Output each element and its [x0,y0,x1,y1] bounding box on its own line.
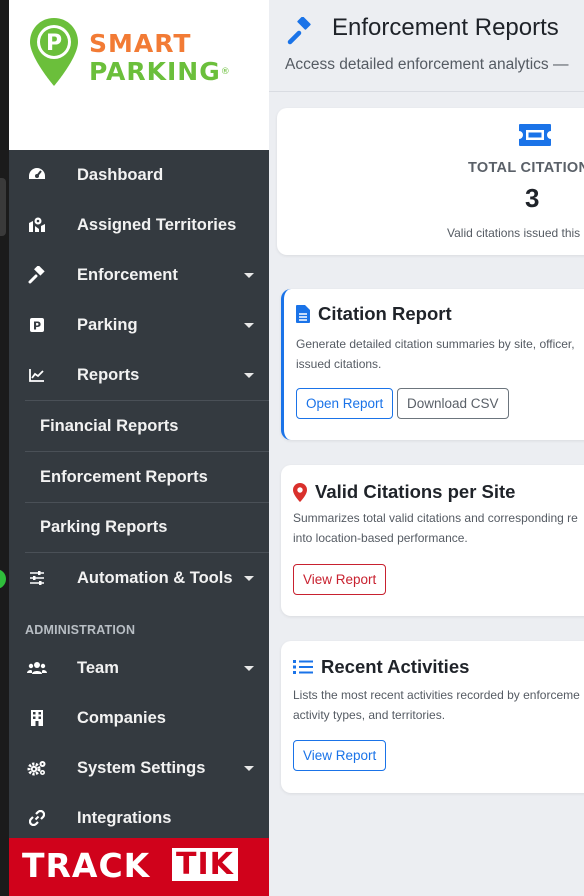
sidebar-item-enforcement[interactable]: Enforcement [9,250,269,300]
link-icon [27,808,47,828]
chevron-down-icon [244,576,254,581]
parking-icon: P [27,315,47,335]
svg-text:P: P [46,31,62,56]
page-title: Enforcement Reports [332,14,559,41]
tracktik-logo-part1: TRACK [22,846,151,885]
report-description: Lists the most recent activities recorde… [293,688,580,722]
logo-line2: PARKING [89,57,221,86]
tracktik-logo[interactable]: TRACK TIK [9,838,269,896]
sliders-icon [27,568,47,588]
report-title: Citation Report [318,303,452,324]
stat-label: TOTAL CITATION [468,160,584,176]
tachometer-icon [27,165,47,185]
sidebar-subitem-label: Enforcement Reports [40,467,208,486]
sidebar-item-label: Automation & Tools [77,568,233,587]
stat-note: Valid citations issued this [447,226,581,240]
report-description: Summarizes total valid citations and cor… [293,511,578,545]
gavel-icon [287,17,311,45]
sidebar-nav: Dashboard Assigned Territories Enforceme… [9,150,269,843]
view-report-button[interactable]: View Report [293,740,387,771]
smart-parking-logo[interactable]: P SMART PARKING® [9,0,269,150]
registered-mark: ® [220,67,231,77]
sidebar-item-integrations[interactable]: Integrations [9,793,269,843]
sidebar: P SMART PARKING® Dashboard Assigned Terr… [9,0,269,896]
chart-line-icon [27,365,47,385]
chevron-down-icon [244,373,254,378]
sidebar-item-parking[interactable]: P Parking [9,300,269,350]
page-header: Enforcement Reports Access detailed enfo… [269,0,584,92]
total-citations-card: TOTAL CITATION 3 Valid citations issued … [277,108,584,255]
map-marked-icon [27,215,47,235]
sidebar-item-reports[interactable]: Reports [9,350,269,400]
sidebar-item-label: Enforcement [77,265,178,284]
sidebar-subitem-parking-reports[interactable]: Parking Reports [25,502,269,553]
status-indicator [0,569,6,589]
citation-report-card: Citation Report Generate detailed citati… [281,289,584,440]
section-label-administration: ADMINISTRATION [25,623,136,637]
sidebar-item-label: Dashboard [77,165,164,184]
sidebar-item-automation-tools[interactable]: Automation & Tools [9,553,269,603]
sidebar-item-team[interactable]: Team [9,643,269,693]
open-report-button[interactable]: Open Report [296,388,394,419]
sidebar-item-label: Parking [77,315,138,334]
building-icon [27,708,47,728]
parking-pin-icon: P [30,18,78,86]
sidebar-item-label: Team [77,658,119,677]
download-csv-button[interactable]: Download CSV [397,388,509,419]
sidebar-item-dashboard[interactable]: Dashboard [9,150,269,200]
recent-activities-card: Recent Activities Lists the most recent … [281,641,584,793]
page-subtitle: Access detailed enforcement analytics — [285,56,569,73]
sidebar-item-label: Assigned Territories [77,215,237,234]
sidebar-item-label: Reports [77,365,140,384]
ticket-icon [519,124,551,146]
sidebar-item-assigned-territories[interactable]: Assigned Territories [9,200,269,250]
sidebar-item-label: Integrations [77,808,172,827]
sidebar-item-label: Companies [77,708,166,727]
sidebar-subitem-label: Financial Reports [40,416,179,435]
sidebar-item-label: System Settings [77,758,206,777]
chevron-down-icon [244,666,254,671]
map-marker-icon [293,482,307,502]
sidebar-subitem-label: Parking Reports [40,518,168,536]
sidebar-subitem-financial-reports[interactable]: Financial Reports [25,400,269,451]
sidebar-subitem-enforcement-reports[interactable]: Enforcement Reports [25,451,269,502]
file-alt-icon [296,305,310,323]
logo-line1: SMART [89,29,192,58]
cogs-icon [27,758,47,778]
report-description: Generate detailed citation summaries by … [296,337,575,371]
main-content: Enforcement Reports Access detailed enfo… [269,0,584,896]
chevron-down-icon [244,766,254,771]
gavel-icon [27,265,47,285]
sidebar-item-system-settings[interactable]: System Settings [9,743,269,793]
valid-citations-per-site-card: Valid Citations per Site Summarizes tota… [281,465,584,616]
chevron-down-icon [244,323,254,328]
report-title: Recent Activities [321,656,470,677]
tracktik-logo-part2: TIK [172,848,238,882]
users-icon [27,658,47,678]
list-icon [293,659,313,675]
desktop-window-tab[interactable] [0,178,6,236]
sidebar-item-companies[interactable]: Companies [9,693,269,743]
stat-value: 3 [525,183,540,213]
report-title: Valid Citations per Site [315,481,516,502]
svg-text:P: P [33,320,41,333]
desktop-edge [0,0,9,896]
chevron-down-icon [244,273,254,278]
view-report-button[interactable]: View Report [293,564,387,595]
